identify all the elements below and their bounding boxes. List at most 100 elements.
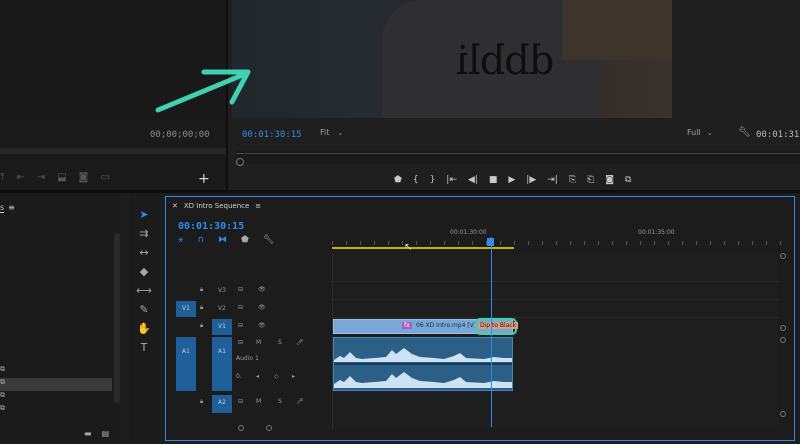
- scroll-handle-mid2[interactable]: [780, 337, 786, 343]
- slip-tool-icon[interactable]: ⟷: [136, 285, 152, 297]
- video-frame: dbbli: [232, 0, 672, 118]
- tools-panel: ➤ ⇉ ↔ ◆ ⟷ ✎ ✋ T: [130, 193, 160, 444]
- add-keyframe-icon[interactable]: ◇: [274, 373, 279, 380]
- lift-icon[interactable]: ⎘: [569, 174, 576, 186]
- sync-lock-icon[interactable]: ⊟: [238, 304, 243, 311]
- program-scrubber[interactable]: [236, 150, 800, 166]
- mark-out-icon[interactable]: ⇤: [16, 172, 24, 184]
- panel-menu-icon[interactable]: ≡: [255, 202, 261, 210]
- panel-menu-icon[interactable]: ≡: [8, 203, 15, 213]
- lock-icon[interactable]: 🔒︎: [200, 286, 203, 294]
- nest-icon[interactable]: ⚹: [178, 235, 183, 245]
- sync-lock-icon[interactable]: ⊟: [238, 286, 243, 293]
- microphone-icon[interactable]: 🎤︎: [296, 398, 304, 405]
- add-button-icon[interactable]: +: [198, 172, 210, 186]
- scrub-handle[interactable]: [236, 158, 244, 166]
- chevron-down-icon: ⌄: [337, 128, 344, 137]
- export-frame-icon[interactable]: ◙: [79, 172, 89, 184]
- mute-button[interactable]: M: [256, 398, 261, 405]
- dip-to-black-transition[interactable]: Dip to Black: [478, 322, 519, 329]
- export-frame-icon[interactable]: ◙: [605, 174, 614, 186]
- sync-lock-icon[interactable]: ⊟: [238, 398, 243, 405]
- quality-label: Full: [687, 128, 701, 137]
- wrench-icon[interactable]: 🔧︎: [738, 127, 751, 138]
- timeline-toolbar: ⚹ ∩ ⧓ ⬟ 🔧︎: [178, 235, 274, 245]
- solo-button[interactable]: S: [278, 339, 282, 346]
- project-scrollbar[interactable]: [114, 233, 120, 403]
- audio-volume-value[interactable]: 0.: [236, 373, 242, 380]
- zoom-fit-dropdown[interactable]: Fit ⌄: [320, 128, 343, 137]
- extract-icon[interactable]: ⎗: [587, 174, 594, 186]
- timeline-timecode[interactable]: 00:01:30:15: [178, 221, 244, 232]
- zoom-handle-right[interactable]: [266, 425, 272, 431]
- mouse-cursor-icon: ↖: [404, 242, 413, 253]
- linked-selection-icon[interactable]: ⧓: [218, 235, 227, 245]
- mark-in-icon[interactable]: {: [413, 174, 419, 186]
- track-v1-header: 🔒︎ ⊟ 👁︎: [166, 319, 332, 335]
- play-icon[interactable]: ▶: [508, 174, 515, 186]
- source-scrubber[interactable]: [0, 148, 226, 154]
- list-item[interactable]: ⧉: [0, 365, 112, 378]
- overwrite-icon[interactable]: ⬓: [57, 172, 66, 184]
- pen-tool-icon[interactable]: ✎: [136, 304, 152, 316]
- new-bin-icon[interactable]: ▬: [84, 429, 92, 438]
- track-select-tool-icon[interactable]: ⇉: [136, 228, 152, 240]
- close-icon[interactable]: ✕: [172, 202, 178, 210]
- lock-icon[interactable]: 🔒︎: [200, 304, 203, 312]
- track-a1-target[interactable]: A1: [212, 337, 232, 391]
- audio-clip[interactable]: [333, 337, 513, 391]
- hand-tool-icon[interactable]: ✋: [136, 323, 152, 335]
- scroll-handle-mid[interactable]: [780, 325, 786, 331]
- playhead-line[interactable]: [491, 237, 492, 427]
- mark-in-icon[interactable]: ⤒: [0, 172, 4, 184]
- ruler-label: 00:01:35:00: [638, 229, 675, 236]
- vertical-zoom-scrollbar[interactable]: [780, 253, 786, 419]
- work-area-bar[interactable]: [332, 247, 514, 249]
- track-a2-target[interactable]: A2: [212, 395, 232, 413]
- insert-icon[interactable]: ⇥: [37, 172, 45, 184]
- go-to-out-icon[interactable]: ⇥|: [547, 174, 558, 186]
- resolution-dropdown[interactable]: Full ⌄: [687, 128, 713, 137]
- sync-lock-icon[interactable]: ⊟: [238, 322, 243, 329]
- go-to-in-icon[interactable]: |⇤: [446, 174, 457, 186]
- type-tool-icon[interactable]: T: [136, 342, 152, 354]
- list-item[interactable]: ⧉: [0, 404, 112, 417]
- ripple-edit-tool-icon[interactable]: ↔: [136, 247, 152, 259]
- prev-keyframe-icon[interactable]: ◂: [256, 373, 259, 380]
- lock-icon[interactable]: 🔒︎: [200, 398, 203, 406]
- scroll-handle-top[interactable]: [780, 253, 786, 259]
- eye-icon[interactable]: 👁︎: [258, 286, 266, 293]
- trash-icon[interactable]: ▤: [102, 429, 110, 438]
- sync-lock-icon[interactable]: ⊟: [238, 339, 243, 346]
- step-forward-icon[interactable]: |▶: [526, 174, 536, 186]
- stop-icon[interactable]: ■: [489, 174, 498, 186]
- mute-button[interactable]: M: [256, 339, 261, 346]
- snap-icon[interactable]: ∩: [197, 235, 204, 245]
- lock-icon[interactable]: 🔒︎: [200, 322, 203, 330]
- mark-out-icon[interactable]: }: [430, 174, 436, 186]
- sequence-tab[interactable]: ✕ XD Intro Sequence ≡: [172, 202, 261, 210]
- selection-tool-icon[interactable]: ➤: [136, 209, 152, 221]
- eye-icon[interactable]: 👁︎: [258, 304, 266, 311]
- next-keyframe-icon[interactable]: ▸: [292, 373, 295, 380]
- a1-source-patch[interactable]: A1: [176, 337, 196, 391]
- solo-button[interactable]: S: [278, 398, 282, 405]
- list-item-selected[interactable]: ⧉: [0, 378, 112, 391]
- comparison-view-icon[interactable]: ⧉: [625, 174, 631, 186]
- time-ruler[interactable]: 00:01:30:00 00:01:35:00: [332, 227, 782, 253]
- add-marker-icon[interactable]: ⬟: [394, 174, 402, 186]
- zoom-handle-left[interactable]: [238, 425, 244, 431]
- eye-icon[interactable]: 👁︎: [258, 322, 266, 329]
- add-marker-icon[interactable]: ⬟: [241, 235, 249, 245]
- horizontal-zoom-scrollbar[interactable]: [238, 425, 778, 431]
- razor-tool-icon[interactable]: ◆: [136, 266, 152, 278]
- step-back-icon[interactable]: ◀|: [468, 174, 478, 186]
- button-editor-icon[interactable]: ▭: [100, 172, 109, 184]
- list-item[interactable]: ⧉: [0, 391, 112, 404]
- track-area[interactable]: fx 06 XD Intro.mp4 [V] Dip to Black: [332, 237, 779, 429]
- wrench-icon[interactable]: 🔧︎: [263, 235, 274, 245]
- scroll-handle-bottom[interactable]: [780, 411, 786, 417]
- project-tab[interactable]: s ≡: [0, 203, 15, 213]
- microphone-icon[interactable]: 🎤︎: [296, 339, 304, 346]
- program-timecode[interactable]: 00:01:30:15: [242, 130, 302, 140]
